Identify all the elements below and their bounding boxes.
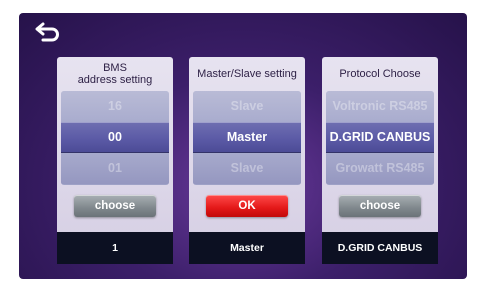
master-slave-picker[interactable]: Slave Master Slave — [193, 91, 301, 185]
protocol-choose-button[interactable]: choose — [339, 195, 421, 217]
bms-address-title-line2: address setting — [77, 74, 153, 86]
protocol-panel: Protocol Choose Voltronic RS485 D.GRID C… — [322, 57, 438, 264]
picker-option-next[interactable]: 01 — [61, 153, 169, 184]
bms-address-choose-button[interactable]: choose — [74, 195, 156, 217]
picker-option-selected[interactable]: 00 — [61, 122, 169, 153]
picker-option-prev[interactable]: Voltronic RS485 — [326, 91, 434, 122]
protocol-current-value: D.GRID CANBUS — [322, 232, 438, 264]
bms-address-current-value: 1 — [57, 232, 173, 264]
picker-option-selected[interactable]: Master — [193, 122, 301, 153]
picker-option-next[interactable]: Growatt RS485 — [326, 153, 434, 184]
bms-address-picker[interactable]: 16 00 01 — [61, 91, 169, 185]
master-slave-panel: Master/Slave setting Slave Master Slave … — [189, 57, 305, 264]
picker-option-prev[interactable]: Slave — [193, 91, 301, 122]
bms-address-title: BMS address setting — [57, 62, 173, 86]
picker-option-prev[interactable]: 16 — [61, 91, 169, 122]
master-slave-current-value: Master — [189, 232, 305, 264]
protocol-picker[interactable]: Voltronic RS485 D.GRID CANBUS Growatt RS… — [326, 91, 434, 185]
back-arrow-icon[interactable] — [34, 20, 62, 44]
protocol-title: Protocol Choose — [339, 68, 421, 80]
master-slave-ok-button[interactable]: OK — [206, 195, 288, 217]
bms-address-title-line1: BMS — [103, 62, 127, 74]
master-slave-title: Master/Slave setting — [197, 68, 297, 80]
picker-option-next[interactable]: Slave — [193, 153, 301, 184]
settings-screen: BMS address setting 16 00 01 choose 1 Ma… — [19, 13, 467, 279]
bms-address-panel: BMS address setting 16 00 01 choose 1 — [57, 57, 173, 264]
picker-option-selected[interactable]: D.GRID CANBUS — [326, 122, 434, 153]
